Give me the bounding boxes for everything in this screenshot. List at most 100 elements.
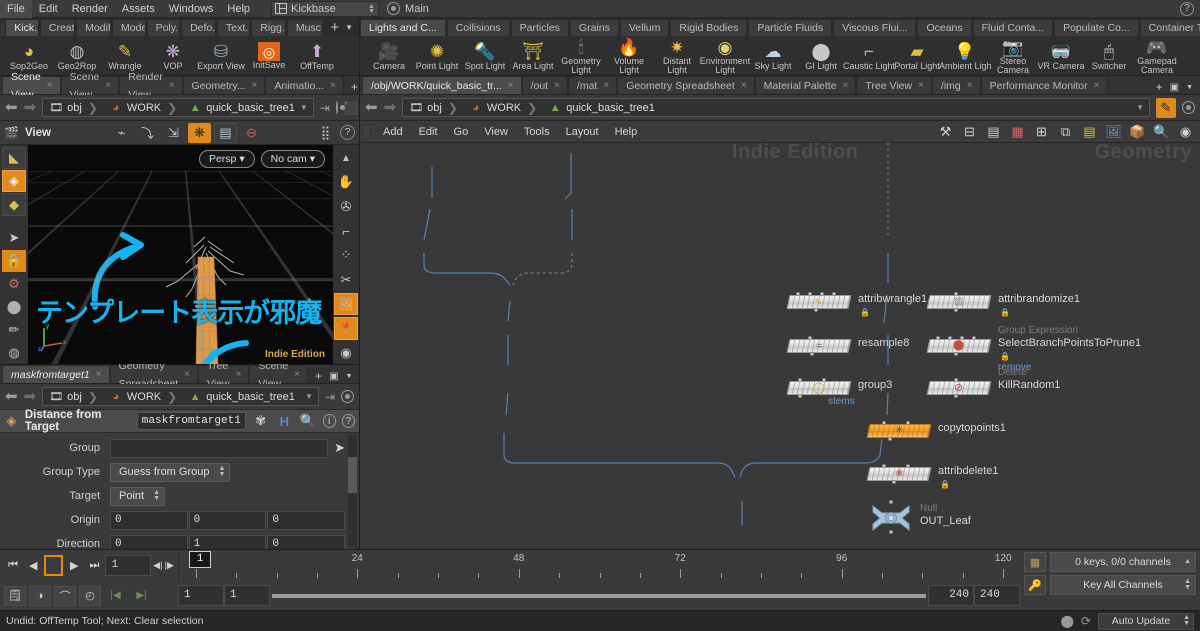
jump-start-icon[interactable]: ⏮ [4,555,22,576]
list-icon[interactable]: ⊟ [961,123,978,140]
close-icon[interactable]: × [843,77,849,95]
stepper-icon[interactable]: ▲ ▼ [217,465,226,478]
joint-icon[interactable]: ⚙ [2,273,26,295]
output-dot[interactable] [798,394,802,398]
breadcrumb-work[interactable]: ◕ WORK ❯ [103,99,182,116]
eye-icon[interactable]: ◉ [1177,123,1194,140]
range-start2-input[interactable]: 1 [224,585,270,606]
range-slider[interactable] [272,593,926,598]
shelf-tool-distant-light[interactable]: ✷ Distant Light [654,37,700,75]
range-end-input[interactable]: 240 [928,585,974,606]
tools-icon[interactable]: ⚒ [937,123,954,140]
pane-menu-icon[interactable]: ▼ [1186,84,1193,91]
tab-performance-monitor[interactable]: Performance Monitor × [980,76,1108,95]
tab-out[interactable]: /out × [521,76,568,94]
shelf-tool-switcher[interactable]: 🖱 Switcher [1086,42,1132,71]
up-arrow-icon[interactable]: ▲ [334,147,358,169]
origin-y-input[interactable]: 0 [188,510,267,530]
color-palette-icon[interactable]: ▦ [1009,123,1026,140]
uv-mode-icon[interactable]: ◆ [2,193,26,216]
handle-icon[interactable]: ⬤ [2,296,26,318]
shelf-tab-populate-containers[interactable]: Populate Co... [1054,19,1139,36]
edit-node-icon[interactable]: ✎ [1156,97,1176,118]
persp-dropdown[interactable]: Persp ▾ [198,150,255,168]
shelf-tab-lights[interactable]: Lights and C... [360,19,446,36]
network-menu-help[interactable]: Help [607,121,646,143]
image-overlay-icon[interactable]: 🖼 [334,292,358,316]
output-dot[interactable] [892,480,896,484]
shelf-tab-deform[interactable]: Defo... [181,19,216,36]
shelf-tab-poly[interactable]: Poly... [146,19,181,36]
menu-assets[interactable]: Assets [115,0,162,18]
stepper-icon[interactable]: ▲ ▼ [152,489,161,502]
close-icon[interactable]: × [169,77,175,95]
nav-back-icon[interactable]: ⬅ [5,100,18,115]
direction-x-input[interactable]: 0 [110,534,188,549]
node-body[interactable]: ▨ [926,295,992,309]
gear-icon[interactable]: ✾ [252,412,270,431]
arrow-select-icon[interactable]: ➤ [2,227,26,249]
menu-edit[interactable]: Edit [32,0,65,18]
shelf-tab-modify[interactable]: Modify [76,19,111,36]
shelf-tool-geometry-light[interactable]: 🕯 Geometry Light [558,37,604,75]
tab-geometry-spreadsheet[interactable]: Geometry... × [182,76,266,95]
add-shelf-tab-icon[interactable]: + [330,19,339,36]
shelf-tool-offtemp[interactable]: ⬆ OffTemp [294,42,340,71]
node-body[interactable]: ≈ [786,339,852,353]
nav-back-icon[interactable]: ⬅ [5,389,18,404]
close-icon[interactable]: × [1094,77,1100,95]
keys-channels-selector[interactable]: 0 keys, 0/0 channels ▲ [1050,552,1196,572]
camera-dropdown[interactable]: No cam ▾ [260,150,325,168]
time-icon[interactable]: ◴ [79,585,101,606]
tab-animation-editor[interactable]: Animatio... × [265,76,344,94]
pin-icon[interactable]: ⇥ [320,102,330,114]
menu-file[interactable]: File [0,0,32,18]
shading-mode-icon[interactable]: ◣ [2,147,26,170]
node-selectbranchpointstoprune1[interactable]: ⬤ Group Expression SelectBranchPointsToP… [926,325,1141,373]
network-menu-go[interactable]: Go [446,121,477,143]
shelf-tab-particles[interactable]: Particles [510,19,569,36]
shelf-tool-wrangle[interactable]: ✎ Wrangle [102,42,148,71]
select-tool-icon[interactable]: ⌁ [110,123,133,143]
network-menu-tools[interactable]: Tools [516,121,558,143]
timeline-ruler[interactable]: 1 24 48 72 96 120 1 [178,550,1020,581]
breadcrumb[interactable]: 🎞 obj ❯ ◕ WORK ❯ ▲ quick_basic_tree1 ▼ [42,98,314,117]
tab-mat[interactable]: /mat × [567,76,618,94]
menu-windows[interactable]: Windows [162,0,221,18]
desktop-spinner-icon[interactable]: ▲ ▼ [367,3,376,15]
add-tab-icon[interactable]: + [315,369,322,383]
breadcrumb-quick-basic-tree1[interactable]: ▲ quick_basic_tree1 [542,99,660,116]
output-dot[interactable] [954,308,958,312]
node-body[interactable]: ◯ [786,381,852,395]
origin-x-input[interactable]: 0 [110,510,188,530]
tab-scene-view-1[interactable]: Scene View× [2,71,61,101]
node-body[interactable]: ❀ [866,467,932,481]
breadcrumb[interactable]: 🎞 obj ❯ ◕ WORK ❯ ▲ quick_basic_tree1 ▼ [402,98,1150,117]
breadcrumb-work[interactable]: ◕ WORK ❯ [463,99,542,116]
nav-forward-icon[interactable]: ➡ [24,389,37,404]
target-menu[interactable]: Point ▲ ▼ [110,486,166,506]
output-dot[interactable] [954,352,958,356]
tab-parameters[interactable]: maskfromtarget1 × [2,365,110,383]
menu-help[interactable]: Help [220,0,257,18]
angle-icon[interactable]: ⌐ [334,220,358,242]
tab-material-palette[interactable]: Material Palette × [754,76,857,95]
breadcrumb-dropdown-icon[interactable]: ▼ [1136,103,1149,112]
shelf-tool-geo2rop[interactable]: ◍ Geo2Rop [54,42,100,71]
shelf-tab-container-tools[interactable]: Container T... [1139,19,1200,36]
breadcrumb-obj[interactable]: 🎞 obj ❯ [43,99,103,116]
menu-render[interactable]: Render [65,0,115,18]
shelf-tab-kick[interactable]: Kick... [5,19,39,36]
tab-tree-view[interactable]: Tree View× [198,360,250,390]
maximize-pane-icon[interactable]: ▣ [1170,82,1179,93]
close-icon[interactable]: × [294,366,300,384]
close-icon[interactable]: × [252,77,258,95]
node-name-field[interactable]: maskfromtarget1 [136,412,246,430]
playhead[interactable]: 1 [189,551,211,568]
node-body[interactable]: ⊘ [926,381,992,395]
node-killrandom1[interactable]: ⊘ Delete KillRandom1 [926,367,1060,398]
range-start-icon[interactable]: |◀ [104,585,127,606]
node-body[interactable]: ⬤ [926,339,992,353]
add-tab-icon[interactable]: + [351,80,358,94]
node-body[interactable]: ✎ [786,295,852,309]
